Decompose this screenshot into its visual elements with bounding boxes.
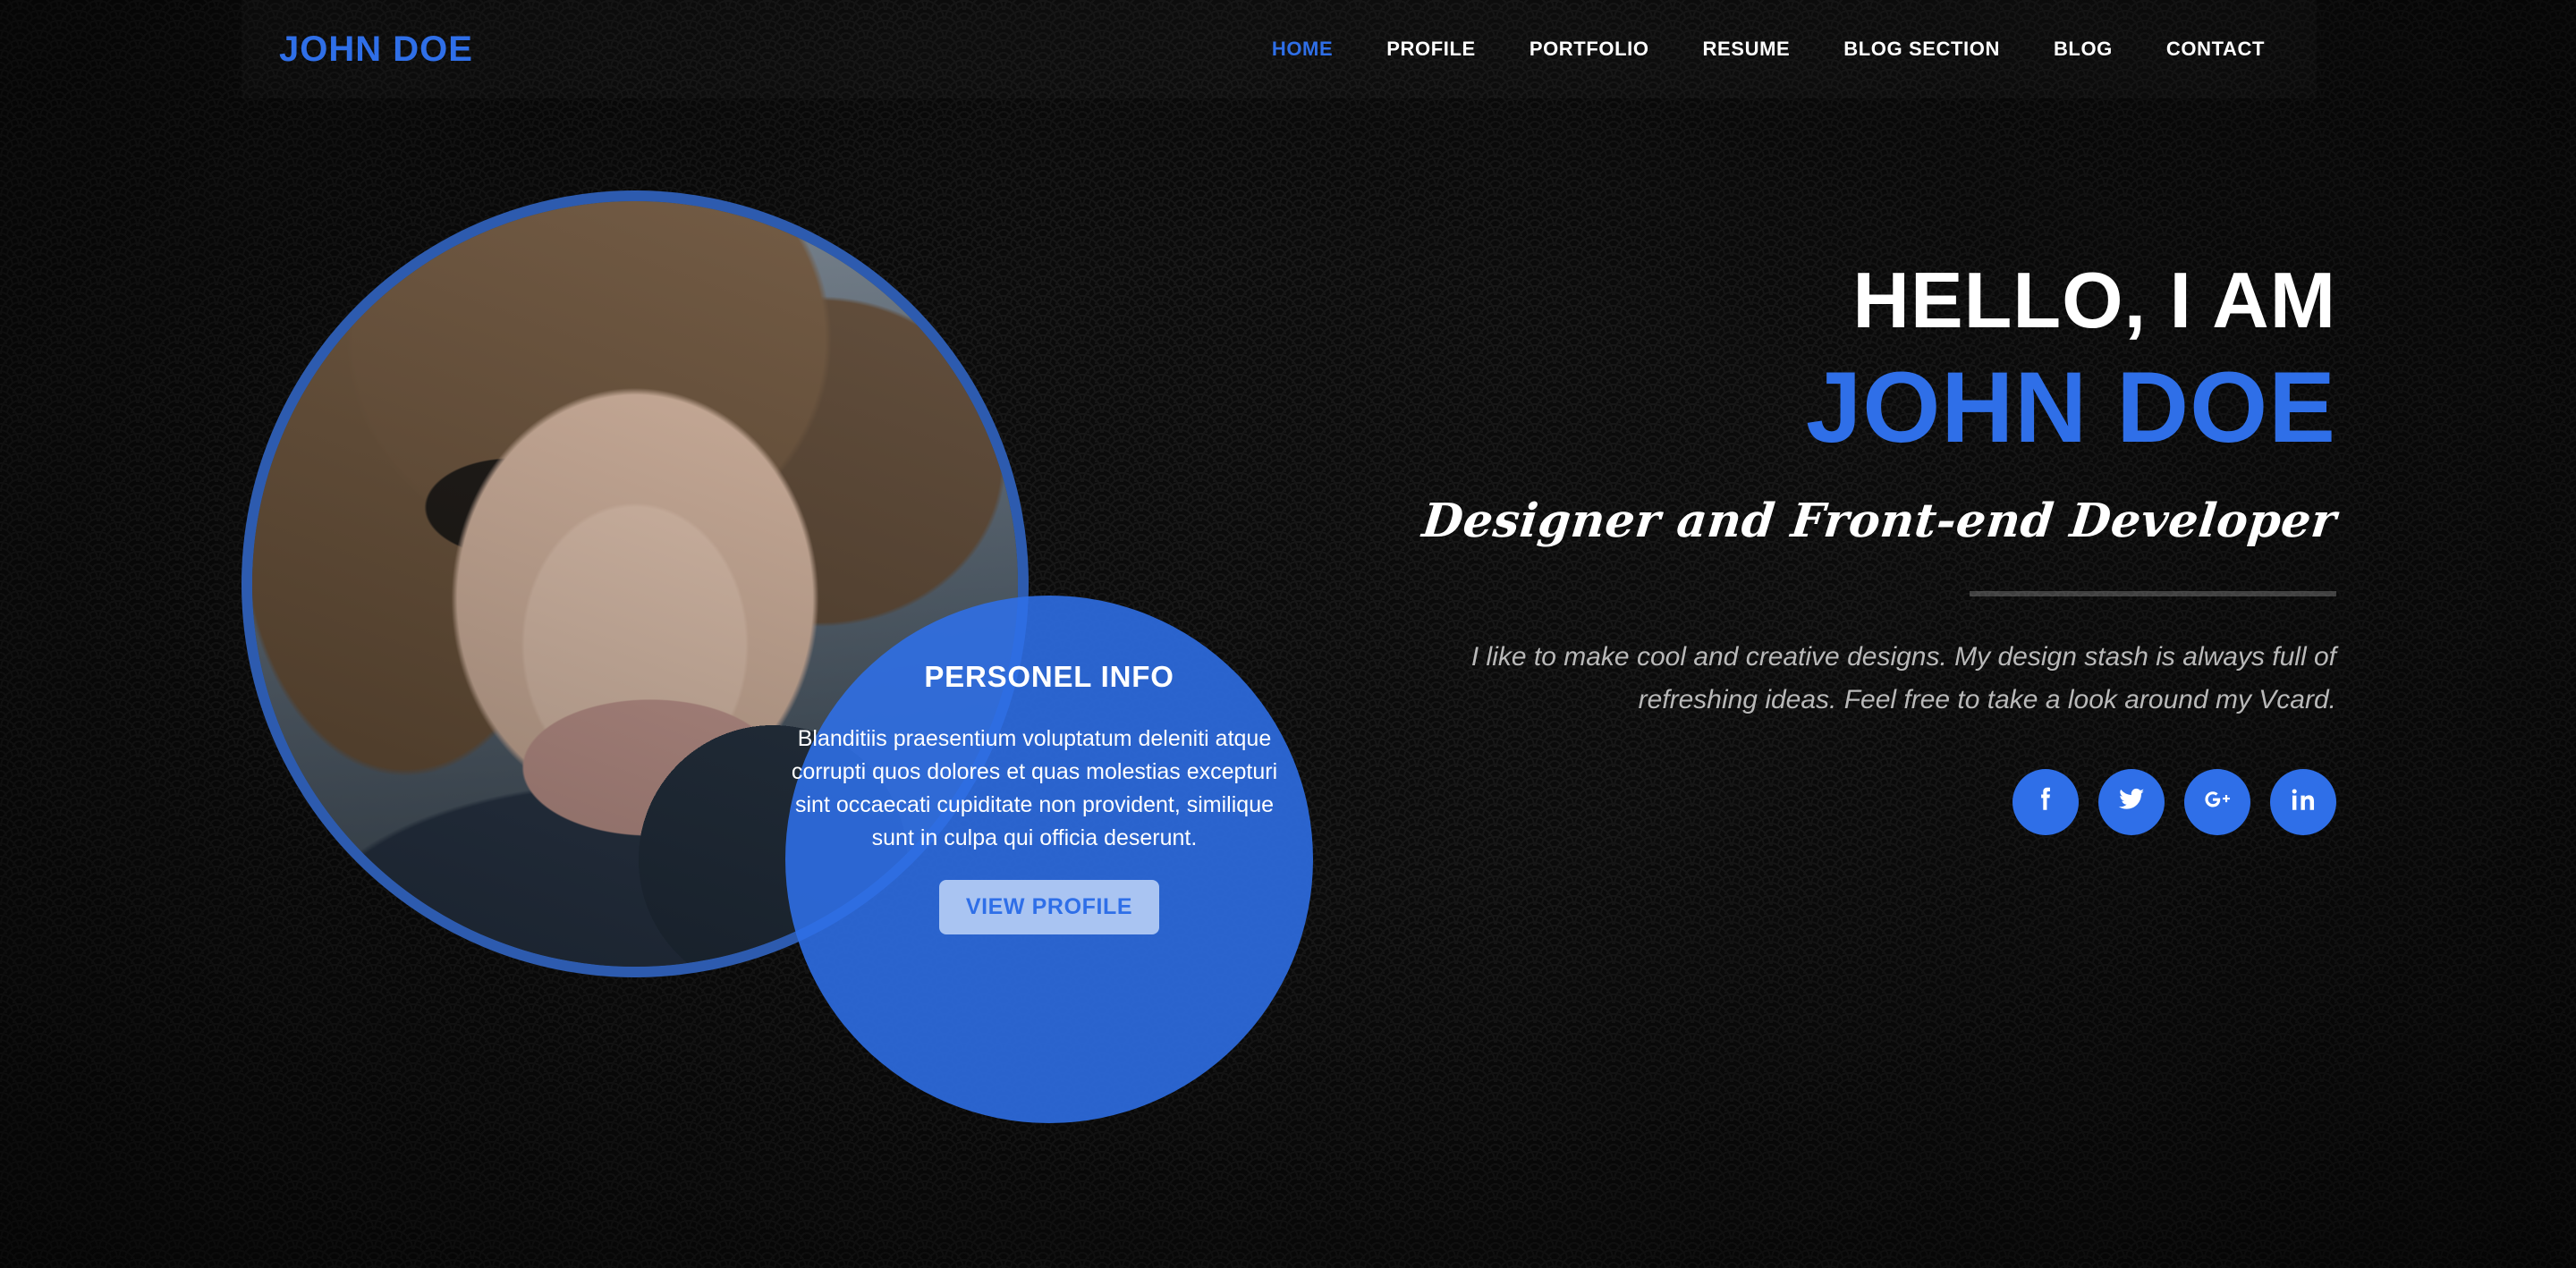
hero-name: JOHN DOE xyxy=(1806,351,2336,464)
hero-section: PERSONEL INFO Blanditiis praesentium vol… xyxy=(0,0,2576,1268)
nav-item-blog-section[interactable]: BLOG SECTION xyxy=(1817,38,2027,61)
social-links xyxy=(1281,768,2336,835)
hero-divider xyxy=(1970,590,2336,596)
hero-greeting: HELLO, I AM xyxy=(1852,256,2336,344)
site-header: JOHN DOE HOME PROFILE PORTFOLIO RESUME B… xyxy=(242,0,2317,98)
personal-info-title: PERSONEL INFO xyxy=(924,660,1174,693)
nav-item-profile[interactable]: PROFILE xyxy=(1360,38,1503,61)
page-root: JOHN DOE HOME PROFILE PORTFOLIO RESUME B… xyxy=(0,0,2576,1268)
nav-item-resume[interactable]: RESUME xyxy=(1676,38,1818,61)
personal-info-card: PERSONEL INFO Blanditiis praesentium vol… xyxy=(785,596,1313,1123)
personal-info-body: Blanditiis praesentium voluptatum deleni… xyxy=(791,726,1278,850)
google-plus-icon xyxy=(2200,782,2234,821)
twitter-icon xyxy=(2114,782,2148,821)
brand-logo[interactable]: JOHN DOE xyxy=(279,30,473,70)
facebook-icon xyxy=(2029,782,2063,821)
main-navigation: HOME PROFILE PORTFOLIO RESUME BLOG SECTI… xyxy=(1245,38,2292,61)
hero-description: I like to make cool and creative designs… xyxy=(1470,641,2336,715)
nav-item-contact[interactable]: CONTACT xyxy=(2140,38,2292,61)
nav-item-home[interactable]: HOME xyxy=(1245,38,1360,61)
nav-item-portfolio[interactable]: PORTFOLIO xyxy=(1503,38,1676,61)
view-profile-button[interactable]: VIEW PROFILE xyxy=(938,880,1160,934)
linkedin-icon xyxy=(2286,782,2320,821)
social-link-twitter[interactable] xyxy=(2098,768,2165,835)
nav-item-blog[interactable]: BLOG xyxy=(2027,38,2140,61)
social-link-google-plus[interactable] xyxy=(2184,768,2250,835)
social-link-linkedin[interactable] xyxy=(2270,768,2336,835)
social-link-facebook[interactable] xyxy=(2012,768,2079,835)
hero-text-column: HELLO, I AM JOHN DOE Designer and Front-… xyxy=(1281,256,2340,835)
hero-tagline: Designer and Front-end Developer xyxy=(1419,493,2340,548)
